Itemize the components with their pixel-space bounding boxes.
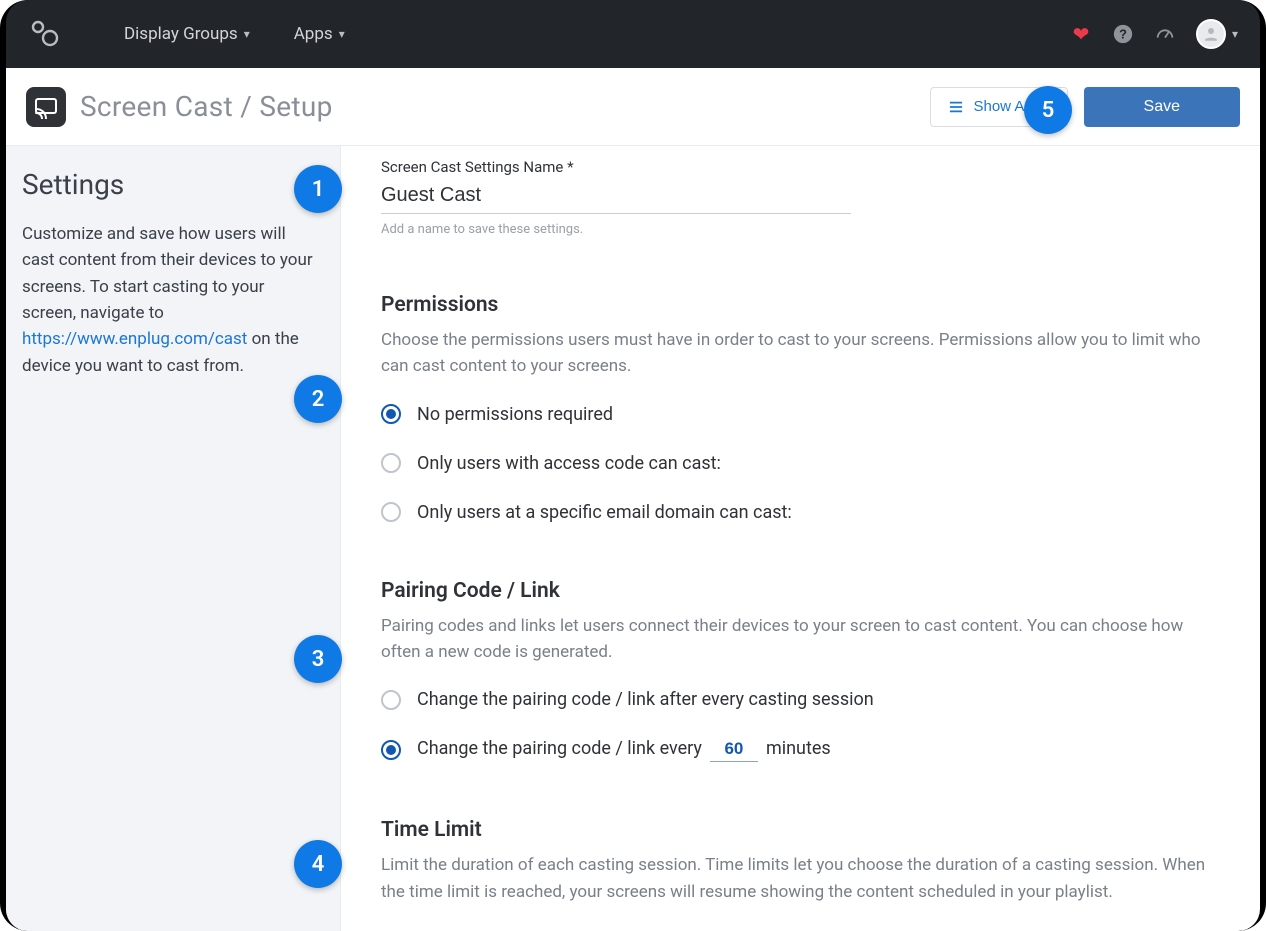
settings-form: Screen Cast Settings Name * Add a name t…: [341, 146, 1260, 931]
dashboard-gauge-icon[interactable]: [1154, 23, 1176, 45]
pairing-desc: Pairing codes and links let users connec…: [381, 613, 1210, 666]
svg-text:?: ?: [1119, 27, 1127, 42]
screen-cast-app-icon: [26, 87, 66, 127]
nav-display-groups-label: Display Groups: [124, 24, 238, 44]
permissions-title: Permissions: [381, 293, 1210, 317]
chevron-down-icon: ▾: [339, 27, 345, 41]
pairing-title: Pairing Code / Link: [381, 579, 1210, 603]
page-panel: Screen Cast / Setup Show Apps Save Setti…: [6, 68, 1260, 931]
sidebar-title: Settings: [22, 168, 320, 201]
step-badge-5: 5: [1024, 86, 1072, 134]
enplug-logo-icon: [28, 18, 60, 50]
perm-none-radio[interactable]: [381, 404, 401, 424]
timelimit-desc: Limit the duration of each casting sessi…: [381, 852, 1210, 905]
step-badge-1: 1: [294, 165, 342, 213]
perm-none-label: No permissions required: [417, 404, 613, 425]
sidebar-desc-pre: Customize and save how users will cast c…: [22, 224, 313, 323]
top-nav: Display Groups ▾ Apps ▾ ❤ ? ▾: [6, 0, 1260, 68]
perm-domain-radio[interactable]: [381, 502, 401, 522]
chevron-down-icon: ▾: [1232, 27, 1238, 41]
nav-display-groups[interactable]: Display Groups ▾: [124, 24, 250, 44]
pairing-every-minutes-radio[interactable]: [381, 740, 401, 760]
heart-icon[interactable]: ❤: [1070, 23, 1092, 45]
chevron-down-icon: ▾: [244, 27, 250, 41]
step-badge-2: 2: [294, 375, 342, 423]
nav-apps-label: Apps: [294, 24, 333, 44]
settings-name-label: Screen Cast Settings Name *: [381, 158, 1210, 176]
sidebar-description: Customize and save how users will cast c…: [22, 221, 320, 379]
settings-sidebar: Settings Customize and save how users wi…: [6, 146, 341, 931]
nav-apps[interactable]: Apps ▾: [294, 24, 345, 44]
perm-code-radio[interactable]: [381, 453, 401, 473]
pairing-after-session-radio[interactable]: [381, 690, 401, 710]
pairing-minutes-input[interactable]: [710, 739, 758, 762]
timelimit-title: Time Limit: [381, 818, 1210, 842]
step-badge-4: 4: [294, 840, 342, 888]
settings-name-helper: Add a name to save these settings.: [381, 222, 1210, 237]
help-icon[interactable]: ?: [1112, 23, 1134, 45]
cast-url-link[interactable]: https://www.enplug.com/cast: [22, 329, 247, 349]
perm-code-label: Only users with access code can cast:: [417, 453, 721, 474]
pairing-every-post: minutes: [766, 738, 831, 759]
avatar-icon: [1196, 19, 1226, 49]
page-title: Screen Cast / Setup: [80, 90, 333, 123]
perm-domain-label: Only users at a specific email domain ca…: [417, 502, 792, 523]
permissions-desc: Choose the permissions users must have i…: [381, 327, 1210, 380]
user-menu[interactable]: ▾: [1196, 19, 1238, 49]
list-icon: [949, 100, 963, 114]
step-badge-3: 3: [294, 635, 342, 683]
pairing-every-pre: Change the pairing code / link every: [417, 738, 702, 759]
settings-name-input[interactable]: [381, 180, 851, 214]
save-label: Save: [1144, 98, 1180, 115]
save-button[interactable]: Save: [1084, 87, 1240, 127]
pairing-after-session-label: Change the pairing code / link after eve…: [417, 689, 874, 710]
